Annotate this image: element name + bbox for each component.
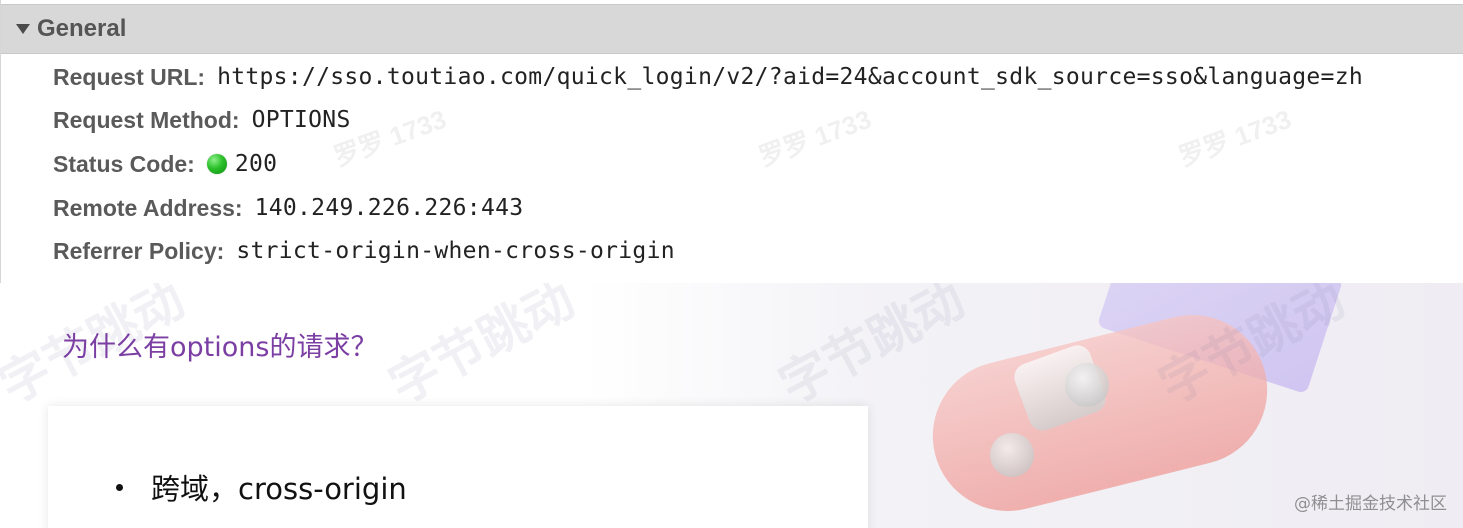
- watermark: 罗罗 1733: [754, 103, 876, 173]
- remote-address-row: Remote Address: 140.249.226.226:443: [53, 191, 523, 225]
- remote-address-value[interactable]: 140.249.226.226:443: [255, 195, 524, 221]
- request-url-row: Request URL: https://sso.toutiao.com/qui…: [53, 60, 1363, 94]
- watermark: 字节跳动: [379, 283, 584, 416]
- content-card: 跨域，cross-origin: [48, 406, 868, 528]
- status-ok-icon: [206, 154, 227, 174]
- page: General Request URL: https://sso.toutiao…: [0, 0, 1463, 528]
- presentation-slide: 字节跳动 字节跳动 字节跳动 字节跳动 为什么有options的请求？ 跨域，c…: [0, 283, 1463, 528]
- request-method-label: Request Method:: [53, 106, 240, 133]
- skateboard-deck: [916, 299, 1284, 527]
- skateboard-wheel: [1065, 363, 1109, 407]
- bullet-icon: [116, 483, 123, 491]
- bullet-text: 跨域，cross-origin: [151, 472, 407, 506]
- status-code-row: Status Code: 200: [53, 147, 277, 181]
- request-method-value[interactable]: OPTIONS: [252, 107, 351, 133]
- slide-heading: 为什么有options的请求？: [62, 332, 378, 363]
- status-code-label: Status Code:: [53, 150, 195, 177]
- caret-down-icon[interactable]: [16, 24, 30, 34]
- watermark: 罗罗 1733: [1174, 103, 1296, 173]
- request-url-label: Request URL:: [53, 63, 206, 90]
- source-credit: @稀土掘金技术社区: [1294, 494, 1447, 514]
- general-panel: General Request URL: https://sso.toutiao…: [0, 0, 1463, 283]
- bullet-item: 跨域，cross-origin: [116, 466, 407, 508]
- general-title: General: [37, 15, 127, 42]
- request-url-value[interactable]: https://sso.toutiao.com/quick_login/v2/?…: [217, 64, 1363, 90]
- skateboard-wheel: [990, 433, 1034, 477]
- status-code-value[interactable]: 200: [235, 151, 277, 177]
- general-section-header[interactable]: General: [1, 4, 1463, 54]
- referrer-policy-value[interactable]: strict-origin-when-cross-origin: [236, 238, 675, 264]
- request-method-row: Request Method: OPTIONS: [53, 103, 351, 137]
- referrer-policy-label: Referrer Policy:: [53, 237, 225, 264]
- remote-address-label: Remote Address:: [53, 194, 243, 221]
- referrer-policy-row: Referrer Policy: strict-origin-when-cros…: [53, 234, 675, 268]
